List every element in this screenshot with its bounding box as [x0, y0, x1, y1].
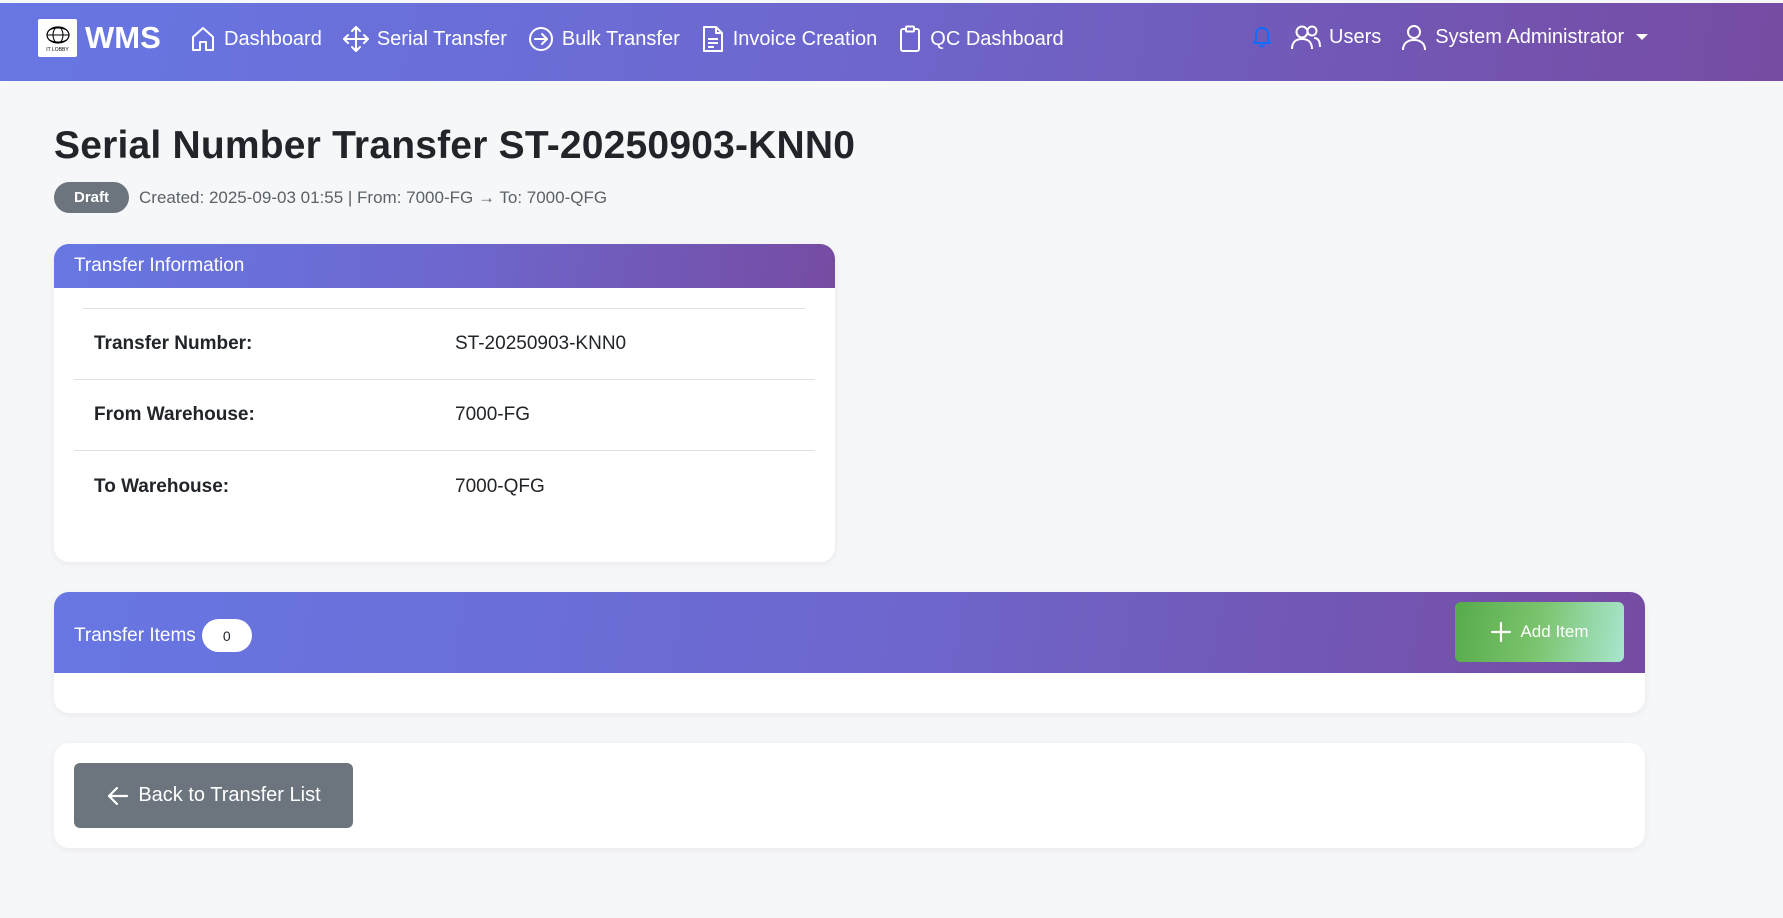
- info-value: 7000-QFG: [455, 475, 545, 497]
- nav-right: Users System Administrator: [1253, 23, 1668, 51]
- chevron-down-icon: [1636, 34, 1649, 40]
- globe-logo-icon: [45, 25, 70, 44]
- nav-item-invoice-creation[interactable]: Invoice Creation: [701, 25, 878, 53]
- nav-item-label: Invoice Creation: [732, 27, 878, 50]
- main-nav: Dashboard Serial Transfer Bulk Transfer: [190, 25, 1085, 53]
- info-label: From Warehouse:: [94, 404, 255, 425]
- top-navbar: IT LOBBY WMS Dashboard Serial Transfer B…: [0, 3, 1783, 81]
- info-row-to-warehouse: To Warehouse: 7000-QFG: [74, 451, 815, 522]
- brand[interactable]: IT LOBBY WMS: [38, 19, 161, 57]
- card-header: Transfer Information: [54, 244, 835, 288]
- back-to-transfer-list-button[interactable]: Back to Transfer List: [74, 763, 353, 828]
- nav-item-label: Dashboard: [224, 27, 322, 50]
- info-label: To Warehouse:: [94, 475, 230, 497]
- people-icon: [1291, 25, 1321, 50]
- arrows-move-icon: [342, 26, 369, 52]
- card-title: Transfer Information: [74, 255, 245, 276]
- nav-item-label: Bulk Transfer: [561, 27, 680, 50]
- nav-item-bulk-transfer[interactable]: Bulk Transfer: [528, 25, 680, 53]
- add-item-button[interactable]: Add Item: [1455, 602, 1624, 662]
- transfer-information-card: Transfer Information Transfer Number: ST…: [54, 244, 835, 562]
- file-text-icon: [702, 26, 723, 52]
- house-icon: [192, 27, 214, 51]
- card-header: Transfer Items 0 Add Item: [54, 592, 1645, 673]
- arrow-left-icon: [108, 786, 129, 805]
- person-icon: [1402, 25, 1427, 51]
- nav-item-qc-dashboard[interactable]: QC Dashboard: [898, 25, 1064, 53]
- logo: IT LOBBY: [38, 19, 77, 57]
- arrow-right-circle-icon: [528, 27, 553, 51]
- clipboard-icon: [900, 25, 921, 52]
- info-row-from-warehouse: From Warehouse: 7000-FG: [74, 380, 815, 451]
- items-count-badge: 0: [201, 619, 252, 652]
- nav-users[interactable]: Users: [1291, 23, 1381, 51]
- add-item-label: Add Item: [1520, 622, 1589, 641]
- nav-item-label: QC Dashboard: [930, 27, 1064, 50]
- users-label: Users: [1329, 25, 1382, 48]
- status-badge: Draft: [54, 182, 130, 213]
- info-label: Transfer Number:: [94, 333, 253, 354]
- nav-item-serial-transfer[interactable]: Serial Transfer: [342, 25, 507, 53]
- user-menu-dropdown[interactable]: System Administrator: [1401, 23, 1649, 51]
- nav-item-dashboard[interactable]: Dashboard: [190, 25, 322, 53]
- meta-text: Created: 2025-09-03 01:55 | From: 7000-F…: [139, 187, 608, 207]
- transfer-items-card: Transfer Items 0 Add Item: [54, 592, 1645, 713]
- transfer-meta: Draft Created: 2025-09-03 01:55 | From: …: [54, 182, 607, 213]
- info-value: 7000-FG: [455, 404, 530, 425]
- info-value: ST-20250903-KNN0: [455, 333, 627, 354]
- plus-icon: [1491, 621, 1512, 643]
- card-title: Transfer Items: [74, 624, 196, 646]
- back-button-label: Back to Transfer List: [138, 784, 321, 806]
- info-row-transfer-number: Transfer Number: ST-20250903-KNN0: [74, 309, 815, 380]
- nav-item-label: Serial Transfer: [376, 27, 507, 50]
- logo-text: IT LOBBY: [46, 46, 69, 53]
- user-name: System Administrator: [1435, 25, 1625, 48]
- bell-icon[interactable]: [1253, 26, 1271, 48]
- actions-card: Back to Transfer List: [54, 743, 1645, 848]
- items-title: Transfer Items 0: [74, 619, 252, 652]
- brand-name: WMS: [85, 20, 161, 55]
- page-title: Serial Number Transfer ST-20250903-KNN0: [54, 124, 856, 167]
